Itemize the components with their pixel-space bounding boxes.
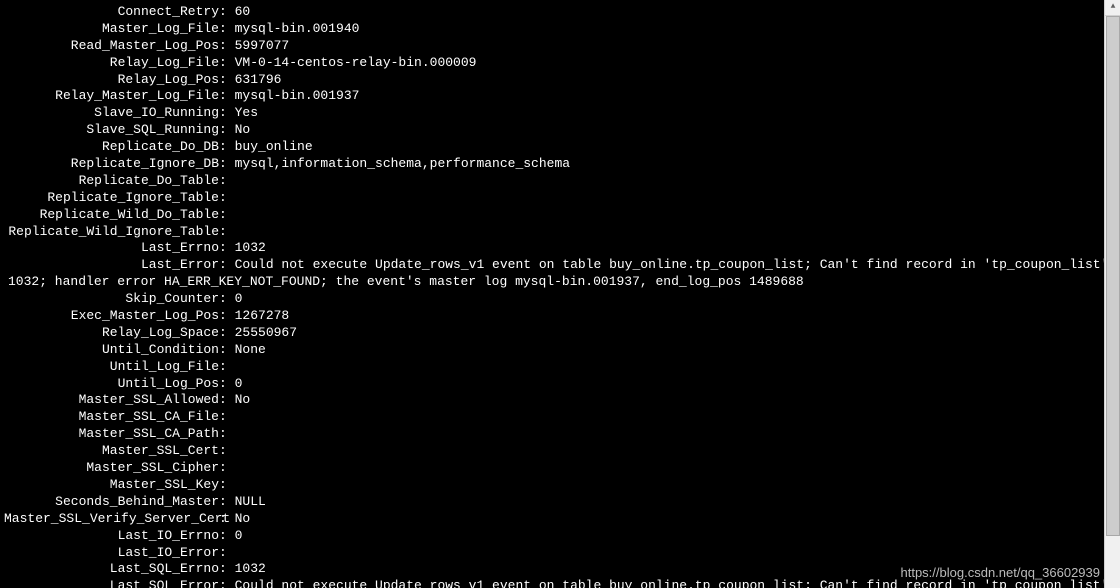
status-row: Replicate_Do_Table: [4, 173, 1104, 190]
status-row: Relay_Log_Pos: 631796 [4, 72, 1104, 89]
field-value: 60 [235, 4, 251, 19]
status-row: Master_SSL_CA_File: [4, 409, 1104, 426]
field-value: None [235, 342, 266, 357]
field-label: Relay_Log_Space [4, 325, 219, 342]
field-label: Until_Condition [4, 342, 219, 359]
field-label: Relay_Master_Log_File [4, 88, 219, 105]
status-row: Until_Log_File: [4, 359, 1104, 376]
field-label: Slave_IO_Running [4, 105, 219, 122]
field-label: Master_SSL_Cipher [4, 460, 219, 477]
status-row: Master_SSL_Allowed: No [4, 392, 1104, 409]
field-value: 0 [235, 291, 243, 306]
status-row: Slave_IO_Running: Yes [4, 105, 1104, 122]
field-label: Seconds_Behind_Master [4, 494, 219, 511]
field-label: Connect_Retry [4, 4, 219, 21]
field-value: No [235, 511, 251, 526]
field-value: 25550967 [235, 325, 297, 340]
field-label: Last_IO_Errno [4, 528, 219, 545]
field-value: NULL [235, 494, 266, 509]
status-row: Replicate_Wild_Do_Table: [4, 207, 1104, 224]
field-label: Slave_SQL_Running [4, 122, 219, 139]
status-row: Until_Condition: None [4, 342, 1104, 359]
field-label: Replicate_Wild_Do_Table [4, 207, 219, 224]
status-row: Last_Error: Could not execute Update_row… [4, 257, 1104, 274]
field-label: Last_Errno [4, 240, 219, 257]
status-row: Master_SSL_Cert: [4, 443, 1104, 460]
status-row: Replicate_Ignore_Table: [4, 190, 1104, 207]
status-row: Last_IO_Error: [4, 545, 1104, 562]
vertical-scrollbar[interactable]: ▲ [1104, 0, 1120, 588]
field-value: Yes [235, 105, 258, 120]
field-label: Relay_Log_File [4, 55, 219, 72]
field-value: 5997077 [235, 38, 290, 53]
field-label: Relay_Log_Pos [4, 72, 219, 89]
field-label: Master_SSL_CA_Path [4, 426, 219, 443]
field-value: No [235, 392, 251, 407]
field-label: Last_SQL_Error [4, 578, 219, 588]
status-row: Relay_Log_File: VM-0-14-centos-relay-bin… [4, 55, 1104, 72]
status-row: Master_SSL_Key: [4, 477, 1104, 494]
status-row: Master_SSL_CA_Path: [4, 426, 1104, 443]
status-row: Last_Errno: 1032 [4, 240, 1104, 257]
field-label: Replicate_Ignore_Table [4, 190, 219, 207]
field-label: Last_SQL_Errno [4, 561, 219, 578]
scrollbar-track[interactable] [1105, 16, 1120, 588]
scrollbar-thumb[interactable] [1106, 16, 1120, 536]
terminal-output: Connect_Retry: 60 Master_Log_File: mysql… [0, 0, 1104, 588]
field-value: mysql,information_schema,performance_sch… [235, 156, 570, 171]
status-row: Replicate_Ignore_DB: mysql,information_s… [4, 156, 1104, 173]
field-label: Master_Log_File [4, 21, 219, 38]
field-label: Last_Error [4, 257, 219, 274]
status-row: Relay_Log_Space: 25550967 [4, 325, 1104, 342]
error-continuation: 1032; handler error HA_ERR_KEY_NOT_FOUND… [4, 274, 1104, 291]
field-label: Replicate_Wild_Ignore_Table [4, 224, 219, 241]
field-label: Master_SSL_Verify_Server_Cert [4, 511, 219, 528]
field-value: buy_online [235, 139, 313, 154]
field-value: 0 [235, 376, 243, 391]
field-label: Read_Master_Log_Pos [4, 38, 219, 55]
status-row: Replicate_Wild_Ignore_Table: [4, 224, 1104, 241]
field-label: Master_SSL_Cert [4, 443, 219, 460]
chevron-up-icon: ▲ [1111, 2, 1116, 12]
status-row: Exec_Master_Log_Pos: 1267278 [4, 308, 1104, 325]
status-row: Skip_Counter: 0 [4, 291, 1104, 308]
field-value: No [235, 122, 251, 137]
field-value: 1267278 [235, 308, 290, 323]
field-label: Replicate_Do_Table [4, 173, 219, 190]
field-label: Replicate_Ignore_DB [4, 156, 219, 173]
field-value: 1032 [235, 240, 266, 255]
status-row: Until_Log_Pos: 0 [4, 376, 1104, 393]
field-label: Master_SSL_Allowed [4, 392, 219, 409]
status-row: Slave_SQL_Running: No [4, 122, 1104, 139]
field-label: Master_SSL_Key [4, 477, 219, 494]
field-label: Last_IO_Error [4, 545, 219, 562]
status-row: Replicate_Do_DB: buy_online [4, 139, 1104, 156]
status-row: Master_SSL_Cipher: [4, 460, 1104, 477]
status-row: Relay_Master_Log_File: mysql-bin.001937 [4, 88, 1104, 105]
watermark-text: https://blog.csdn.net/qq_36602939 [901, 565, 1101, 582]
field-label: Replicate_Do_DB [4, 139, 219, 156]
status-row: Read_Master_Log_Pos: 5997077 [4, 38, 1104, 55]
field-value: Could not execute Update_rows_v1 event o… [235, 257, 1104, 272]
field-value: VM-0-14-centos-relay-bin.000009 [235, 55, 477, 70]
status-row: Last_IO_Errno: 0 [4, 528, 1104, 545]
status-row: Seconds_Behind_Master: NULL [4, 494, 1104, 511]
field-value: mysql-bin.001937 [235, 88, 360, 103]
status-row: Master_SSL_Verify_Server_Cert: No [4, 511, 1104, 528]
field-label: Until_Log_Pos [4, 376, 219, 393]
field-value: 1032 [235, 561, 266, 576]
scrollbar-up-button[interactable]: ▲ [1105, 0, 1120, 16]
field-label: Master_SSL_CA_File [4, 409, 219, 426]
status-row: Master_Log_File: mysql-bin.001940 [4, 21, 1104, 38]
field-value: mysql-bin.001940 [235, 21, 360, 36]
field-label: Until_Log_File [4, 359, 219, 376]
field-value: 631796 [235, 72, 282, 87]
field-label: Skip_Counter [4, 291, 219, 308]
field-label: Exec_Master_Log_Pos [4, 308, 219, 325]
field-value: 0 [235, 528, 243, 543]
status-row: Connect_Retry: 60 [4, 4, 1104, 21]
